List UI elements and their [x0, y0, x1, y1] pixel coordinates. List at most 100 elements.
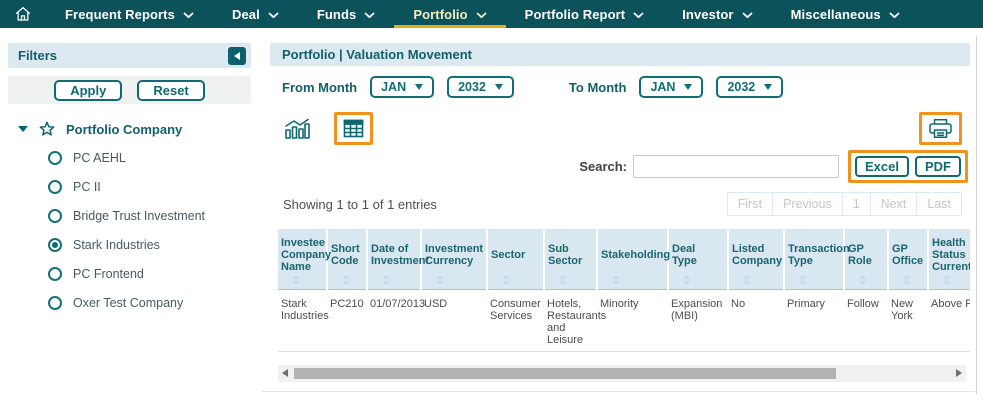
column-header[interactable]: Investee Company Name — [278, 229, 327, 289]
pagination-button[interactable]: Last — [916, 192, 962, 216]
column-header[interactable]: Date of Investment — [367, 229, 421, 289]
column-header-label: Health Status Current — [932, 237, 970, 273]
column-header-label: Investment Currency — [425, 243, 483, 267]
sort-icon — [943, 275, 951, 285]
filter-actions: Apply Reset — [8, 76, 251, 104]
table-view-button[interactable] — [334, 112, 373, 145]
collapse-filters-button[interactable] — [228, 47, 246, 65]
search-export-row: Search: Excel PDF — [270, 150, 970, 183]
company-label: Oxer Test Company — [73, 296, 183, 310]
caret-down-icon — [495, 84, 503, 90]
pagination-button[interactable]: First — [727, 192, 773, 216]
chevron-down-icon — [364, 12, 375, 19]
nav-menu-item[interactable]: Investor — [663, 0, 771, 28]
home-icon — [14, 5, 32, 23]
from-year-select[interactable]: 2032 — [447, 76, 514, 98]
column-header[interactable]: Deal Type — [668, 229, 728, 289]
nav-menu-item[interactable]: Portfolio Report — [506, 0, 664, 28]
company-radio-option[interactable]: PC II — [8, 172, 251, 201]
column-header[interactable]: Investment Currency — [421, 229, 487, 289]
tree-node-label: Portfolio Company — [66, 122, 182, 137]
nav-menu-item[interactable]: Frequent Reports — [46, 0, 213, 28]
month-range-controls: From Month JAN 2032 To Month JAN 2032 — [270, 76, 970, 98]
pagination-button[interactable]: 1 — [842, 192, 871, 216]
nav-menu-item[interactable]: Funds — [298, 0, 395, 28]
nav-menu-item[interactable]: Portfolio — [394, 0, 505, 28]
sort-icon — [502, 275, 510, 285]
column-header[interactable]: GP Role — [844, 229, 888, 289]
chevron-down-icon — [742, 12, 753, 19]
pagination-button[interactable]: Next — [870, 192, 918, 216]
search-label: Search: — [579, 159, 627, 174]
table-header-row: Investee Company Name Short Code Date of… — [278, 229, 970, 289]
column-header-label: Transaction Type — [788, 243, 850, 267]
table-row[interactable]: Stark Industries PC210 01/07/2013 USD Co… — [278, 289, 970, 351]
radio-icon — [48, 209, 62, 223]
chevron-down-icon — [889, 12, 900, 19]
scroll-left-arrow[interactable] — [282, 369, 288, 377]
column-header[interactable]: Listed Company — [728, 229, 784, 289]
from-month-label: From Month — [282, 80, 357, 95]
column-header[interactable]: Stakeholding — [597, 229, 668, 289]
column-header[interactable]: Sub Sector — [544, 229, 597, 289]
results-table: Investee Company Name Short Code Date of… — [278, 229, 970, 352]
table-cell: 01/07/2013 — [367, 289, 421, 351]
chart-view-button[interactable] — [284, 118, 310, 140]
pagination-button[interactable]: Previous — [772, 192, 843, 216]
apply-button[interactable]: Apply — [54, 80, 122, 101]
company-radio-option[interactable]: PC AEHL — [8, 143, 251, 172]
nav-menu-item[interactable]: Deal — [213, 0, 298, 28]
column-header[interactable]: Transaction Type — [784, 229, 844, 289]
to-year-select[interactable]: 2032 — [716, 76, 783, 98]
column-header[interactable]: Health Status Current — [928, 229, 970, 289]
sort-icon — [559, 275, 567, 285]
table-cell: PC210 — [327, 289, 367, 351]
table-cell: Expansion (MBI) — [668, 289, 728, 351]
to-month-label: To Month — [569, 80, 627, 95]
scrollbar-thumb[interactable] — [294, 368, 836, 379]
page-right-edge — [976, 36, 977, 394]
nav-menu-item-label: Portfolio — [413, 7, 467, 22]
page-bottom-edge — [262, 391, 975, 392]
nav-menu-item-label: Portfolio Report — [525, 7, 626, 22]
to-month-value: JAN — [650, 80, 675, 94]
column-header[interactable]: Sector — [487, 229, 544, 289]
sort-icon — [382, 275, 390, 285]
radio-icon — [48, 267, 62, 281]
from-month-value: JAN — [381, 80, 406, 94]
company-radio-option[interactable]: PC Frontend — [8, 259, 251, 288]
tree-node-portfolio-company[interactable]: Portfolio Company — [8, 121, 251, 137]
radio-icon — [48, 151, 62, 165]
company-radio-option[interactable]: Oxer Test Company — [8, 288, 251, 317]
company-radio-option[interactable]: Stark Industries — [8, 230, 251, 259]
from-month-select[interactable]: JAN — [370, 76, 434, 98]
table-cell: New York — [888, 289, 928, 351]
scroll-right-arrow[interactable] — [956, 369, 962, 377]
company-label: Bridge Trust Investment — [73, 209, 205, 223]
reset-button[interactable]: Reset — [137, 80, 204, 101]
main-content: Portfolio | Valuation Movement From Mont… — [270, 43, 970, 382]
horizontal-scrollbar[interactable] — [278, 365, 966, 382]
column-header[interactable]: GP Office — [888, 229, 928, 289]
export-excel-button[interactable]: Excel — [855, 156, 909, 177]
print-button[interactable] — [919, 112, 962, 145]
table-cell: No — [728, 289, 784, 351]
nav-menu-item[interactable]: Miscellaneous — [772, 0, 919, 28]
export-pdf-button[interactable]: PDF — [915, 156, 961, 177]
column-header-label: Short Code — [331, 243, 360, 267]
to-month-select[interactable]: JAN — [639, 76, 703, 98]
results-table-container: Investee Company Name Short Code Date of… — [278, 229, 970, 352]
sort-icon — [799, 275, 807, 285]
nav-home-button[interactable] — [0, 0, 46, 28]
printer-icon — [928, 118, 953, 139]
search-input[interactable] — [633, 155, 839, 178]
sort-icon — [903, 275, 911, 285]
caret-down-icon — [764, 84, 772, 90]
page-title: Portfolio | Valuation Movement — [270, 43, 970, 66]
company-radio-option[interactable]: Bridge Trust Investment — [8, 201, 251, 230]
sort-icon — [436, 275, 444, 285]
column-header[interactable]: Short Code — [327, 229, 367, 289]
sort-icon — [683, 275, 691, 285]
chevron-down-icon — [476, 12, 487, 19]
chart-icon — [284, 118, 310, 140]
